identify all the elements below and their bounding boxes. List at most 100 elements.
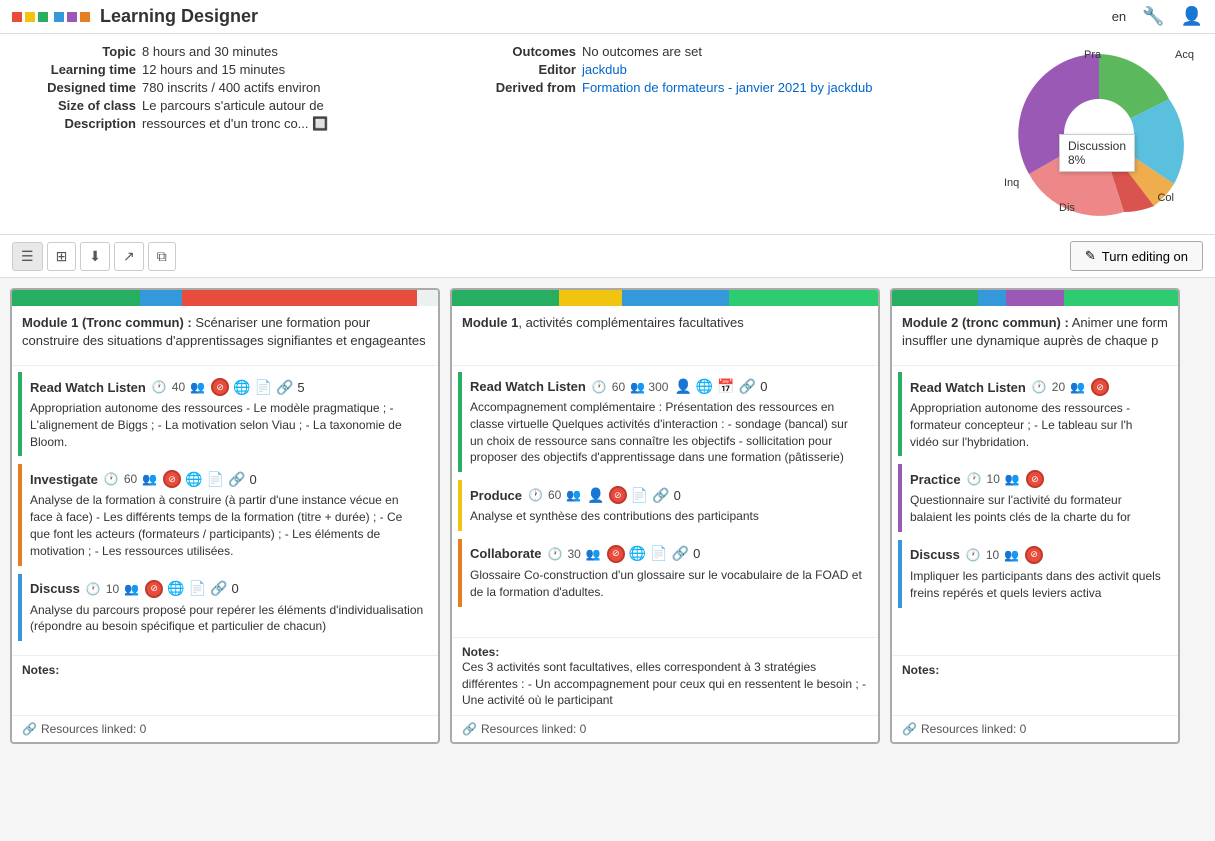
description-expand-icon[interactable]: 🔲 (312, 116, 328, 131)
people-icon: 👥 (190, 380, 205, 394)
link-count: 0 (250, 472, 257, 487)
toolbar: ☰ ⊞ ⬇ ↗ ⧉ ✎ Turn editing on (0, 235, 1215, 278)
editor-value[interactable]: jackdub (582, 62, 627, 77)
resources-label: Resources linked: 0 (921, 722, 1026, 736)
turn-editing-label: Turn editing on (1102, 249, 1188, 264)
column-3-header (892, 290, 1178, 306)
clock-icon: 🕐 (104, 472, 119, 486)
doc-icon: 📄 (189, 580, 206, 597)
toolbar-left: ☰ ⊞ ⬇ ↗ ⧉ (12, 242, 176, 271)
info-left: Topic 8 hours and 30 minutes Learning ti… (16, 44, 436, 132)
activity-meta: 🕐 10 👥 (86, 582, 139, 596)
activity-desc: Accompagnement complémentaire : Présenta… (470, 399, 864, 466)
logo-yellow (25, 12, 35, 22)
people-icon: 👥 (1005, 472, 1020, 486)
time-value: 60 (548, 488, 561, 502)
logo-purple (67, 12, 77, 22)
info-panel: Topic 8 hours and 30 minutes Learning ti… (0, 34, 1215, 235)
col2-bar-lightgreen (729, 290, 878, 306)
activity-icons: ⊘ 🌐 📄 🔗 0 (145, 580, 239, 598)
column-2-resources: 🔗 Resources linked: 0 (452, 715, 878, 742)
copy-button[interactable]: ⧉ (148, 242, 176, 271)
column-2-body[interactable]: Read Watch Listen 🕐 60 👥 300 👤 🌐 📅 🔗 0 (452, 366, 878, 637)
language-selector[interactable]: en (1112, 9, 1126, 24)
activity-type: Produce (470, 488, 522, 503)
activity-icons: ⊘ (1026, 470, 1044, 488)
outcomes-value: No outcomes are set (582, 44, 702, 59)
learning-time-label: Learning time (16, 62, 136, 77)
column-2-notes: Notes: Ces 3 activités sont facultatives… (452, 637, 878, 715)
activity-icons: 👤 🌐 📅 🔗 0 (674, 378, 767, 395)
activity-type: Read Watch Listen (470, 379, 586, 394)
link-count: 0 (760, 379, 767, 394)
activity-meta: 🕐 10 👥 (966, 548, 1019, 562)
editor-label: Editor (456, 62, 576, 77)
column-1-header (12, 290, 438, 306)
resources-label: Resources linked: 0 (481, 722, 586, 736)
pie-chart: Pra Acq Col Dis Inq Discussion 8% (999, 44, 1199, 224)
activity-rwl-1-header: Read Watch Listen 🕐 40 👥 ⊘ 🌐 📄 🔗 5 (30, 378, 424, 396)
turn-editing-button[interactable]: ✎ Turn editing on (1070, 241, 1203, 271)
download-button[interactable]: ⬇ (80, 242, 110, 271)
doc-icon: 📄 (631, 487, 648, 504)
people-icon: 👥 (124, 582, 139, 596)
activity-practice-1: Practice 🕐 10 👥 ⊘ Questionnaire sur l'ac… (898, 464, 1172, 532)
blocked-icon: ⊘ (1026, 470, 1044, 488)
person-icon: 👤 (587, 487, 604, 504)
activity-type: Practice (910, 472, 961, 487)
tooltip-value: 8% (1068, 153, 1126, 167)
clock-icon: 🕐 (528, 488, 543, 502)
list-view-button[interactable]: ☰ (12, 242, 43, 271)
column-3-body[interactable]: Read Watch Listen 🕐 20 👥 ⊘ Appropriation… (892, 366, 1178, 655)
people-count: 👥 300 (630, 380, 668, 394)
time-value: 30 (567, 547, 580, 561)
export-button[interactable]: ↗ (114, 242, 144, 271)
designed-time-label: Designed time (16, 80, 136, 95)
notes-label: Notes: (462, 645, 499, 659)
description-label: Description (16, 116, 136, 131)
column-3: Module 2 (tronc commun) : Animer une for… (890, 288, 1180, 744)
user-icon[interactable]: 👤 (1181, 6, 1203, 27)
activity-meta: 🕐 20 👥 (1032, 380, 1085, 394)
size-of-class-value: Le parcours s'articule autour de (142, 98, 324, 113)
link-icon: 🔗 (652, 487, 669, 504)
link-icon: 🔗 (462, 722, 477, 736)
time-value: 10 (106, 582, 119, 596)
derived-from-row: Derived from Formation de formateurs - j… (456, 80, 872, 95)
col2-bar-yellow (559, 290, 623, 306)
activity-icons: ⊘ (1091, 378, 1109, 396)
blocked-icon: ⊘ (163, 470, 181, 488)
column-1-body[interactable]: Read Watch Listen 🕐 40 👥 ⊘ 🌐 📄 🔗 5 App (12, 366, 438, 655)
col2-bar-blue (622, 290, 729, 306)
derived-from-value[interactable]: Formation de formateurs - janvier 2021 b… (582, 80, 872, 95)
column-3-title: Module 2 (tronc commun) : Animer une for… (892, 306, 1178, 366)
activity-type: Discuss (910, 547, 960, 562)
logo-red (12, 12, 22, 22)
pie-label-inq: Inq (1004, 177, 1019, 189)
col3-bar-green (892, 290, 978, 306)
activity-collaborate-header: Collaborate 🕐 30 👥 ⊘ 🌐 📄 🔗 0 (470, 545, 864, 563)
activity-meta: 🕐 10 👥 (967, 472, 1020, 486)
activity-icons: 👤 ⊘ 📄 🔗 0 (587, 486, 681, 504)
col1-bar-light (417, 290, 438, 306)
activity-rwl-3: Read Watch Listen 🕐 20 👥 ⊘ Appropriation… (898, 372, 1172, 456)
doc-icon: 📄 (207, 471, 224, 488)
activity-desc: Appropriation autonome des ressources - … (910, 400, 1164, 450)
size-of-class-label: Size of class (16, 98, 136, 113)
activity-rwl-2: Read Watch Listen 🕐 60 👥 300 👤 🌐 📅 🔗 0 (458, 372, 872, 472)
column-1-resources: 🔗 Resources linked: 0 (12, 715, 438, 742)
col2-bar-green (452, 290, 559, 306)
time-value: 40 (172, 380, 185, 394)
grid-view-button[interactable]: ⊞ (47, 242, 77, 271)
activity-discuss-3-header: Discuss 🕐 10 👥 ⊘ (910, 546, 1164, 564)
col1-bar-blue (140, 290, 183, 306)
activity-meta: 🕐 60 👥 (528, 488, 581, 502)
link-icon: 🔗 (672, 545, 689, 562)
activity-icons: ⊘ 🌐 📄 🔗 5 (211, 378, 305, 396)
column-2-title: Module 1, activités complémentaires facu… (452, 306, 878, 366)
col1-bar-green (12, 290, 140, 306)
settings-icon[interactable]: 🔧 (1142, 6, 1164, 27)
activity-desc: Analyse de la formation à construire (à … (30, 492, 424, 559)
derived-from-label: Derived from (456, 80, 576, 95)
editor-row: Editor jackdub (456, 62, 872, 77)
